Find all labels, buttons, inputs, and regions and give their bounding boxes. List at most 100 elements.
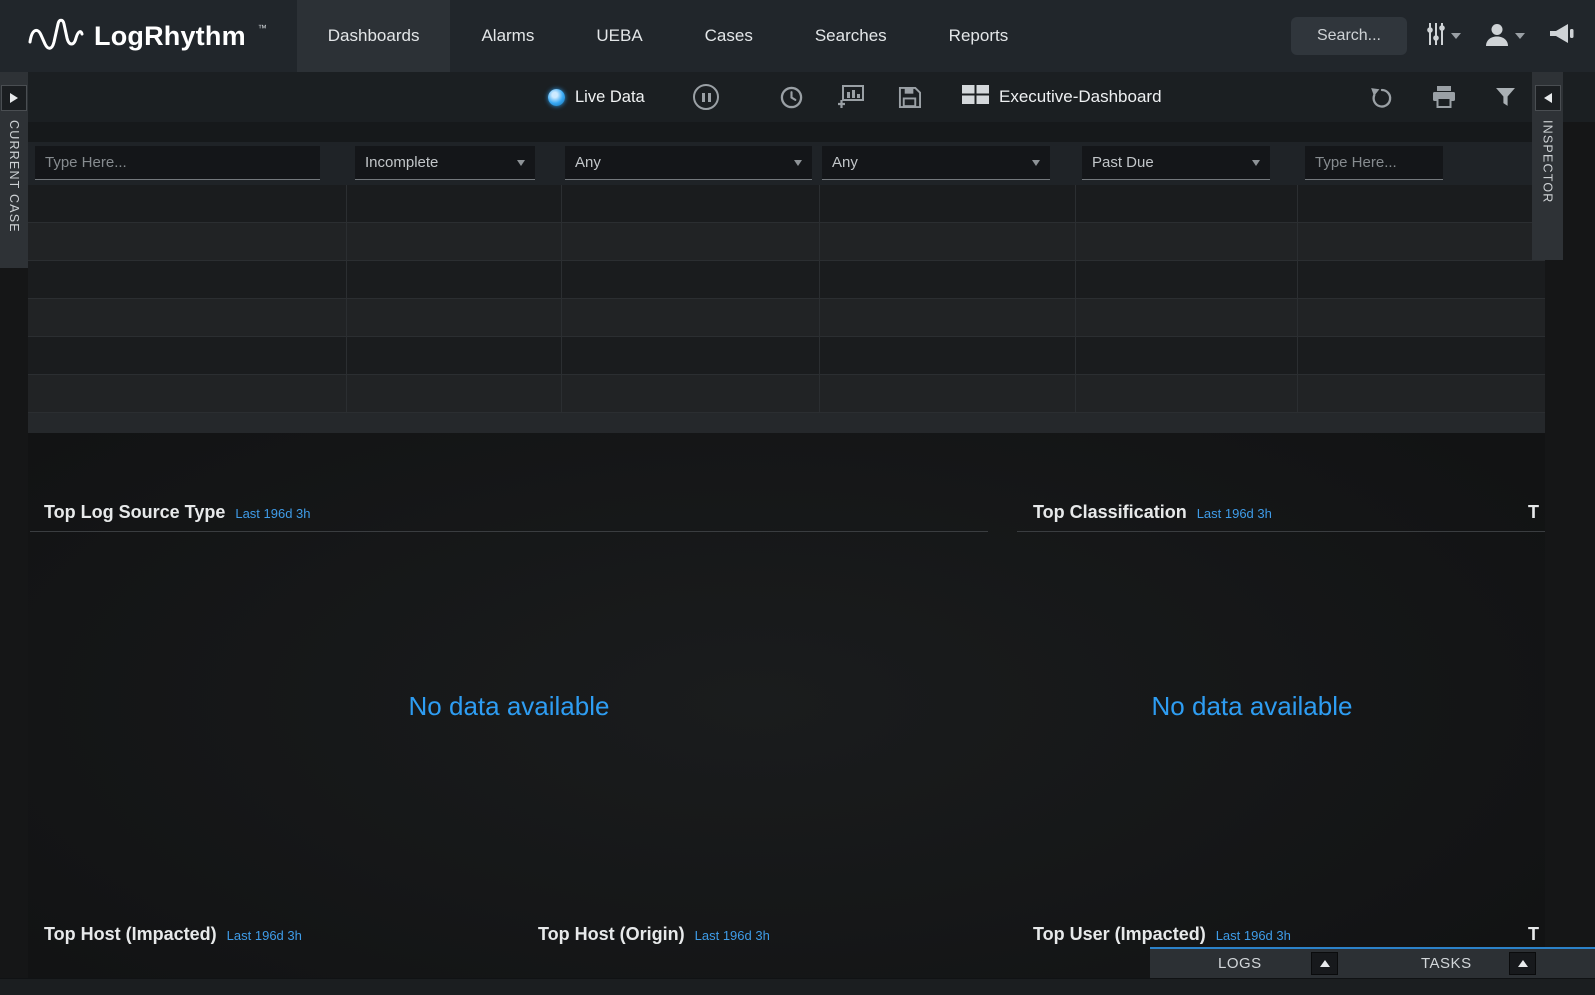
table-row [28, 375, 1545, 413]
widget-header-top-host-impacted: Top Host (Impacted) Last 196d 3h [44, 924, 302, 945]
tag-filter-value: Any [832, 154, 858, 171]
dashboard-selector[interactable]: Executive-Dashboard [962, 72, 1162, 122]
dashboard-grid-icon [962, 85, 989, 109]
table-row [28, 261, 1545, 299]
tab-reports[interactable]: Reports [918, 0, 1040, 72]
bottom-status-strip [0, 978, 1595, 995]
due-filter-value: Past Due [1092, 154, 1154, 171]
add-widget-icon [838, 85, 864, 109]
status-filter-value: Incomplete [365, 154, 438, 171]
tab-searches[interactable]: Searches [784, 0, 918, 72]
widget-header-top-log-source-type: Top Log Source Type Last 196d 3h [44, 502, 311, 523]
add-widget-button[interactable] [838, 72, 864, 122]
chevron-down-icon [517, 160, 525, 166]
widget-title: Top User (Impacted) [1033, 924, 1206, 945]
dashboard-content: Incomplete Any Any Past Due [28, 122, 1545, 995]
case-owner-filter-select[interactable]: Any [565, 146, 812, 180]
megaphone-icon [1548, 22, 1575, 51]
case-name-filter-input[interactable] [35, 146, 320, 180]
widget-header-top-classification: Top Classification Last 196d 3h [1033, 502, 1272, 523]
save-icon [898, 86, 921, 109]
pause-icon [693, 84, 719, 110]
widget-time-range: Last 196d 3h [235, 506, 310, 521]
widget-time-range: Last 196d 3h [1216, 928, 1291, 943]
filter-button[interactable] [1495, 72, 1516, 122]
case-text-filter-input[interactable] [1305, 146, 1443, 180]
inspector-panel-tab[interactable]: INSPECTOR [1532, 72, 1563, 260]
expand-right-icon [10, 93, 18, 103]
chevron-down-icon [1252, 160, 1260, 166]
chevron-down-icon [1515, 33, 1525, 39]
logrhythm-logo: LogRhythm ™ [0, 0, 297, 72]
print-button[interactable] [1432, 72, 1456, 122]
tab-dashboards[interactable]: Dashboards [297, 0, 451, 72]
tab-ueba[interactable]: UEBA [565, 0, 673, 72]
main-nav-tabs: Dashboards Alarms UEBA Cases Searches Re… [297, 0, 1039, 72]
widget-title: T [1528, 502, 1539, 523]
bottom-dock-bar: LOGS TASKS [1150, 947, 1595, 978]
table-row [28, 299, 1545, 337]
clock-icon [780, 86, 803, 109]
chevron-down-icon [1032, 160, 1040, 166]
current-case-label: CURRENT CASE [7, 120, 21, 233]
table-row [28, 185, 1545, 223]
live-data-toggle[interactable]: Live Data [548, 72, 645, 122]
user-icon [1484, 22, 1510, 51]
widget-header-top-host-origin: Top Host (Origin) Last 196d 3h [538, 924, 770, 945]
dashboard-toolbar: Live Data [0, 72, 1595, 122]
expand-current-case-button[interactable] [1, 85, 27, 111]
expand-logs-button[interactable] [1311, 952, 1338, 975]
widget-header-partial: T [1528, 502, 1539, 523]
save-layout-button[interactable] [898, 72, 921, 122]
expand-left-icon [1544, 93, 1552, 103]
case-tag-filter-select[interactable]: Any [822, 146, 1050, 180]
sliders-icon [1426, 21, 1446, 52]
brand-trademark: ™ [258, 23, 267, 33]
logs-panel-label: LOGS [1218, 955, 1262, 972]
no-data-message: No data available [30, 691, 988, 722]
widget-time-range: Last 196d 3h [695, 928, 770, 943]
widget-area: Top Log Source Type Last 196d 3h No data… [28, 433, 1545, 995]
dashboard-name: Executive-Dashboard [999, 87, 1162, 107]
table-horizontal-scrollbar[interactable] [28, 413, 1545, 433]
header-actions: Search... [1291, 0, 1579, 72]
top-nav-bar: LogRhythm ™ Dashboards Alarms UEBA Cases… [0, 0, 1595, 72]
live-data-label: Live Data [575, 88, 645, 107]
live-data-radio-icon [548, 89, 565, 106]
chevron-down-icon [794, 160, 802, 166]
expand-up-icon [1320, 960, 1330, 967]
printer-icon [1432, 86, 1456, 108]
chevron-down-icon [1451, 33, 1461, 39]
brand-name: LogRhythm [94, 21, 246, 52]
owner-filter-value: Any [575, 154, 601, 171]
undo-icon [1370, 86, 1393, 109]
widget-title: Top Host (Origin) [538, 924, 685, 945]
current-case-panel-tab[interactable]: CURRENT CASE [0, 72, 28, 268]
preferences-menu[interactable] [1422, 17, 1465, 56]
pause-button[interactable] [693, 72, 719, 122]
expand-inspector-button[interactable] [1535, 85, 1561, 111]
logrhythm-wave-icon [28, 16, 84, 57]
user-menu[interactable] [1480, 18, 1529, 55]
widget-title: Top Classification [1033, 502, 1187, 523]
widget-divider [1017, 531, 1545, 532]
tab-cases[interactable]: Cases [674, 0, 784, 72]
tasks-panel-label: TASKS [1421, 955, 1472, 972]
filter-funnel-icon [1495, 87, 1516, 108]
widget-time-range: Last 196d 3h [1197, 506, 1272, 521]
case-due-filter-select[interactable]: Past Due [1082, 146, 1270, 180]
expand-tasks-button[interactable] [1509, 952, 1536, 975]
expand-up-icon [1518, 960, 1528, 967]
case-table [28, 185, 1545, 413]
table-row [28, 337, 1545, 375]
announcements-button[interactable] [1544, 18, 1579, 55]
logrhythm-app: LogRhythm ™ Dashboards Alarms UEBA Cases… [0, 0, 1595, 995]
case-grid-filter-row: Incomplete Any Any Past Due [28, 122, 1545, 185]
case-status-filter-select[interactable]: Incomplete [355, 146, 535, 180]
time-range-button[interactable] [780, 72, 803, 122]
widget-header-partial: T [1528, 924, 1539, 945]
inspector-label: INSPECTOR [1541, 120, 1555, 204]
reset-layout-button[interactable] [1370, 72, 1393, 122]
global-search-button[interactable]: Search... [1291, 17, 1407, 55]
tab-alarms[interactable]: Alarms [450, 0, 565, 72]
